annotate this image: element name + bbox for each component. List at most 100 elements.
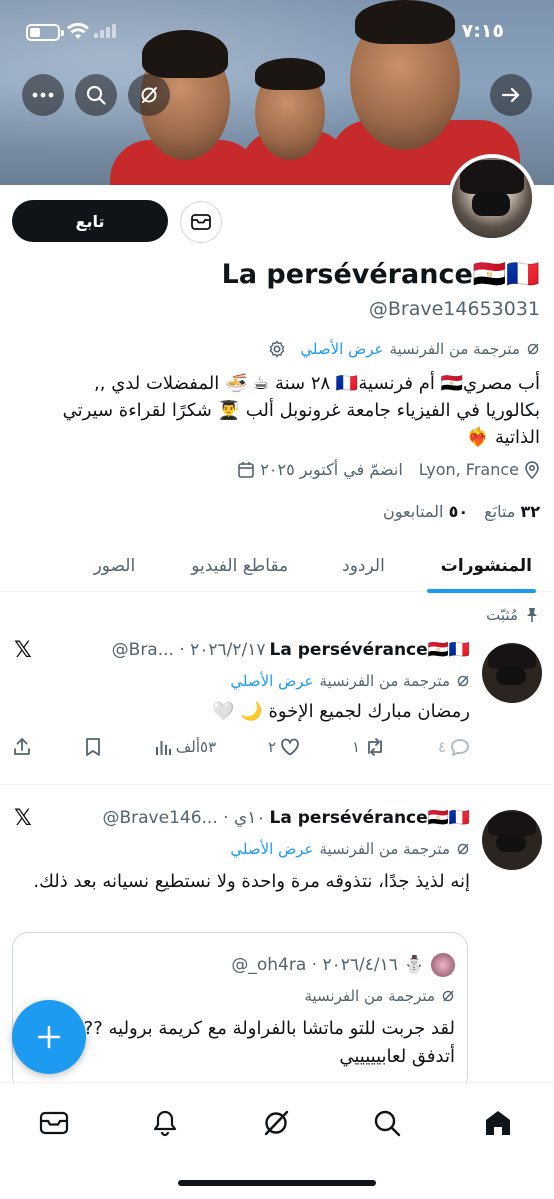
followers-link[interactable]: ٥٠ المتابعون xyxy=(383,502,468,521)
post-header[interactable]: La persévérance🇪🇬🇫🇷 @Brave146... · ١٠ي xyxy=(52,808,470,828)
tab-photos[interactable]: الصور xyxy=(68,540,162,592)
nav-notifications[interactable] xyxy=(145,1103,185,1143)
grok-icon xyxy=(527,343,539,355)
tab-videos[interactable]: مقاطع الفيديو xyxy=(161,540,318,592)
mail-icon xyxy=(191,214,211,230)
more-options-button[interactable] xyxy=(22,74,64,116)
post-text: رمضان مبارك لجميع الإخوة 🌙 🤍 xyxy=(212,701,470,722)
search-button[interactable] xyxy=(75,74,117,116)
post-avatar[interactable] xyxy=(482,643,542,703)
gear-icon[interactable] xyxy=(268,340,286,358)
pin-icon xyxy=(527,608,537,622)
profile-avatar[interactable] xyxy=(448,154,536,242)
grok-icon xyxy=(457,843,469,855)
pinned-indicator: مُثبّت xyxy=(486,606,540,624)
views-icon xyxy=(155,741,171,755)
joined-text: انضمّ في أكتوبر ٢٠٢٥ xyxy=(260,460,403,479)
pinned-label: مُثبّت xyxy=(486,606,518,624)
follow-button[interactable]: تابع xyxy=(12,200,168,242)
following-count: ٣٢ xyxy=(520,502,540,521)
compose-button[interactable] xyxy=(12,1000,86,1074)
following-label: متابَع xyxy=(484,502,516,521)
nav-grok[interactable] xyxy=(256,1103,296,1143)
bio-line: أب مصري🇪🇬 أم فرنسية🇫🇷 ٢٨ سنة ☕ 🍜 المفضلا… xyxy=(94,373,540,394)
bell-icon xyxy=(153,1110,177,1137)
message-button[interactable] xyxy=(180,201,222,243)
grok-icon xyxy=(141,87,157,103)
repost-button[interactable]: ١ xyxy=(352,738,386,756)
following-link[interactable]: ٣٢ متابَع xyxy=(484,502,540,521)
views-count[interactable]: ٥٣ألف xyxy=(154,738,216,756)
tab-posts[interactable]: المنشورات xyxy=(409,540,554,593)
post-meta: @Bra... · ٢٠٢٦/٢/١٧ xyxy=(111,640,266,660)
like-button[interactable]: ٢ xyxy=(268,738,300,756)
back-button[interactable] xyxy=(490,74,532,116)
quoted-post-header: ⛄ @_oh4ra · ٢٠٢٦/٤/١٦ xyxy=(231,953,455,977)
reply-icon xyxy=(451,739,469,756)
x-logo-icon: 𝕏 xyxy=(14,638,32,663)
show-original-link[interactable]: عرض الأصلي xyxy=(230,840,313,858)
post-translation-line: مترجمة من الفرنسية عرض الأصلي xyxy=(230,672,470,690)
tab-replies[interactable]: الردود xyxy=(318,540,409,592)
mail-icon xyxy=(39,1111,69,1135)
joined-item: انضمّ في أكتوبر ٢٠٢٥ xyxy=(237,460,403,479)
calendar-icon xyxy=(238,461,255,478)
post-author-name: La persévérance🇪🇬🇫🇷 xyxy=(269,640,470,660)
share-icon xyxy=(14,738,30,755)
quoted-post[interactable]: ⛄ @_oh4ra · ٢٠٢٦/٤/١٦ مترجمة من الفرنسية… xyxy=(12,932,468,1092)
followers-label: المتابعون xyxy=(383,502,444,521)
cellular-signal-icon xyxy=(94,24,116,38)
follow-counts: ٣٢ متابَع ٥٠ المتابعون xyxy=(383,502,540,521)
profile-handle: @Brave14653031 xyxy=(368,298,540,320)
followers-count: ٥٠ xyxy=(448,502,469,521)
profile-tabs: المنشورات الردود مقاطع الفيديو الصور xyxy=(0,540,554,593)
status-bar: ٧:١٥ xyxy=(0,0,554,60)
home-icon xyxy=(486,1111,510,1135)
bio-translation-line: مترجمة من الفرنسية عرض الأصلي xyxy=(268,340,540,358)
banner-player-hair xyxy=(255,58,325,90)
post-avatar[interactable] xyxy=(482,810,542,870)
share-button[interactable] xyxy=(12,737,32,757)
post-text: إنه لذيذ جدًا، نتذوقه مرة واحدة ولا نستط… xyxy=(33,871,470,892)
bookmark-button[interactable] xyxy=(84,737,102,757)
post-actions: ٥٣ألف ٢ ١ ٤ xyxy=(12,734,470,760)
bookmark-icon xyxy=(85,738,100,756)
translated-from-label: مترجمة من الفرنسية xyxy=(319,672,450,690)
replies-value: ٤ xyxy=(437,738,446,756)
show-original-link[interactable]: عرض الأصلي xyxy=(230,672,313,690)
location-pin-icon xyxy=(525,460,539,479)
grok-icon xyxy=(457,675,469,687)
search-icon xyxy=(86,85,106,105)
grok-icon xyxy=(442,990,454,1002)
show-original-link[interactable]: عرض الأصلي xyxy=(300,340,383,358)
reply-button[interactable]: ٤ xyxy=(438,738,470,756)
post-header[interactable]: La persévérance🇪🇬🇫🇷 @Bra... · ٢٠٢٦/٢/١٧ xyxy=(52,640,470,660)
profile-display-name: La persévérance🇪🇬🇫🇷 xyxy=(221,259,540,290)
reposts-value: ١ xyxy=(351,738,361,756)
x-logo-icon: 𝕏 xyxy=(14,806,32,831)
plus-icon xyxy=(37,1025,61,1049)
home-indicator xyxy=(178,1180,376,1186)
quoted-text: لقد جربت للتو ماتشا بالفراولة مع كريمة ب… xyxy=(43,1018,455,1067)
quoted-handle: @_oh4ra · ٢٠٢٦/٤/١٦ xyxy=(231,955,398,975)
grok-button[interactable] xyxy=(128,74,170,116)
profile-meta: Lyon, France انضمّ في أكتوبر ٢٠٢٥ xyxy=(237,460,540,479)
grok-icon xyxy=(264,1110,289,1136)
quoted-emoji: ⛄ xyxy=(403,955,425,975)
more-icon xyxy=(32,92,54,98)
repost-icon xyxy=(368,738,382,756)
translated-from-label: مترجمة من الفرنسية xyxy=(389,340,520,358)
nav-messages[interactable] xyxy=(34,1103,74,1143)
profile-screen: ٧:١٥ تابع La persévérance🇪🇬🇫🇷 @Brave1465… xyxy=(0,0,554,1199)
translated-from-label: مترجمة من الفرنسية xyxy=(304,987,435,1005)
wifi-icon xyxy=(67,22,89,39)
profile-bio: أب مصري🇪🇬 أم فرنسية🇫🇷 ٢٨ سنة ☕ 🍜 المفضلا… xyxy=(12,370,540,451)
quoted-avatar xyxy=(431,953,455,977)
nav-home[interactable] xyxy=(478,1103,518,1143)
location-text: Lyon, France xyxy=(418,460,519,479)
bio-line: الذاتية ❤️‍🔥 xyxy=(466,427,540,448)
post-translation-line: مترجمة من الفرنسية عرض الأصلي xyxy=(230,840,470,858)
nav-search[interactable] xyxy=(367,1103,407,1143)
views-value: ٥٣ألف xyxy=(175,738,217,756)
bio-line: بكالوريا في الفيزياء جامعة غرونوبل ألب 👨… xyxy=(62,400,540,421)
